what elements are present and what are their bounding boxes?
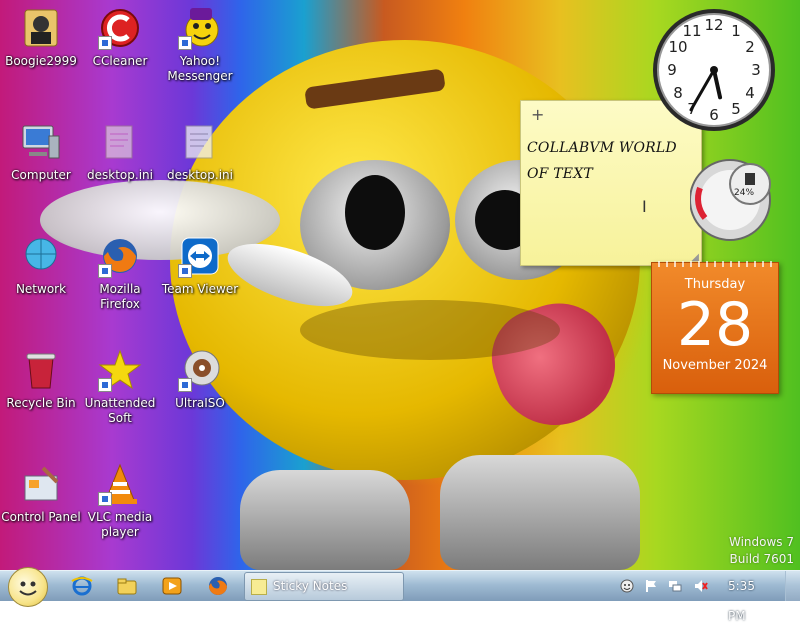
- text-cursor-icon: I: [642, 197, 647, 216]
- calendar-date: 28: [676, 290, 754, 360]
- wallpaper-shoe-left: [240, 470, 410, 570]
- icon-label: CCleaner: [92, 54, 148, 68]
- start-button[interactable]: [8, 567, 48, 607]
- watermark-line-1: Windows 7: [728, 535, 794, 549]
- smiley-tray-icon[interactable]: [620, 579, 634, 593]
- desktop-icon-ultraiso[interactable]: UltraISO: [159, 348, 241, 411]
- wallpaper-mouth: [300, 300, 560, 360]
- computer-icon: [19, 120, 63, 164]
- svg-text:12: 12: [704, 16, 723, 34]
- taskbar: Sticky Notes 5:35 PM: [0, 567, 800, 623]
- windows-build-watermark: Windows 7 Build 7601: [729, 534, 794, 568]
- svg-text:11: 11: [682, 22, 701, 40]
- media-player-icon[interactable]: [160, 575, 184, 597]
- ccleaner-icon: [98, 6, 142, 50]
- desktop-icon-boogie2999[interactable]: Boogie2999: [0, 6, 82, 69]
- svg-text:1: 1: [731, 22, 741, 40]
- shortcut-arrow-icon: [178, 378, 192, 392]
- network-icon: [19, 234, 63, 278]
- calendar-month-year: November 2024: [662, 358, 768, 373]
- desktop-icon-team-viewer[interactable]: Team Viewer: [159, 234, 241, 297]
- firefox-icon[interactable]: [206, 575, 230, 597]
- shortcut-arrow-icon: [98, 264, 112, 278]
- desktop-icon-ccleaner[interactable]: CCleaner: [79, 6, 161, 69]
- calendar-binding: [652, 261, 778, 267]
- desktop-icon-recycle-bin[interactable]: Recycle Bin: [0, 348, 82, 411]
- user-folder-icon: [19, 6, 63, 50]
- shortcut-arrow-icon: [178, 264, 192, 278]
- watermark-line-2: Build 7601: [729, 552, 794, 566]
- action-center-flag-icon[interactable]: [644, 579, 658, 593]
- svg-text:5: 5: [731, 100, 741, 118]
- ini-file-icon: [178, 120, 222, 164]
- system-tray: [612, 571, 732, 601]
- firefox-icon: [98, 234, 142, 278]
- desktop-icon-network[interactable]: Network: [0, 234, 82, 297]
- shortcut-arrow-icon: [98, 378, 112, 392]
- svg-text:8: 8: [673, 84, 683, 102]
- network-tray-icon[interactable]: [668, 579, 682, 593]
- shortcut-arrow-icon: [98, 36, 112, 50]
- svg-text:9: 9: [667, 61, 677, 79]
- icon-label: Yahoo! Messenger: [167, 54, 233, 83]
- svg-text:6: 6: [709, 106, 719, 124]
- taskbar-button-sticky-notes[interactable]: Sticky Notes: [244, 572, 404, 601]
- icon-label: VLC media player: [87, 510, 153, 539]
- ini-file-icon: [98, 120, 142, 164]
- star-icon: [98, 348, 142, 392]
- icon-label: desktop.ini: [87, 168, 153, 182]
- sticky-note-line-2: OF TEXT: [527, 166, 593, 182]
- recycle-bin-icon: [19, 348, 63, 392]
- control-panel-icon: [19, 462, 63, 506]
- icon-label: Boogie2999: [5, 54, 77, 68]
- volume-muted-icon[interactable]: [694, 579, 708, 593]
- desktop-icon-desktop-ini-1[interactable]: desktop.ini: [79, 120, 161, 183]
- sticky-note-line-1: COLLABVM WORLD: [527, 140, 677, 156]
- desktop-icon-control-panel[interactable]: Control Panel: [0, 462, 82, 525]
- svg-text:10: 10: [668, 38, 687, 56]
- svg-text:2: 2: [745, 38, 755, 56]
- meter-value-label: 24%: [734, 188, 755, 198]
- desktop-icon-desktop-ini-2[interactable]: desktop.ini: [159, 120, 241, 183]
- teamviewer-icon: [178, 234, 222, 278]
- svg-text:3: 3: [751, 61, 761, 79]
- desktop-background[interactable]: Boogie2999 CCleaner Yahoo! Messenger Com…: [0, 0, 800, 570]
- icon-label: desktop.ini: [167, 168, 233, 182]
- wallpaper-pupil-left: [345, 175, 405, 250]
- icon-label: Team Viewer: [161, 282, 239, 296]
- vlc-cone-icon: [98, 462, 142, 506]
- desktop-icon-yahoo-messenger[interactable]: Yahoo! Messenger: [159, 6, 241, 84]
- icon-label: Computer: [11, 168, 71, 182]
- svg-text:4: 4: [745, 84, 755, 102]
- icon-label: Unattended Soft: [84, 396, 156, 425]
- icon-label: Network: [15, 282, 67, 296]
- desktop-icon-vlc[interactable]: VLC media player: [79, 462, 161, 540]
- sticky-note-text-area[interactable]: COLLABVM WORLD OF TEXT: [521, 127, 701, 187]
- internet-explorer-icon[interactable]: [70, 575, 94, 597]
- icon-label: Recycle Bin: [6, 396, 76, 410]
- sticky-notes-icon: [251, 579, 267, 595]
- clock-gadget[interactable]: 1212 345 678 91011: [650, 6, 778, 134]
- icon-label: Mozilla Firefox: [99, 282, 141, 311]
- taskbar-clock[interactable]: 5:35 PM: [728, 571, 772, 631]
- desktop-icon-unattended-soft[interactable]: Unattended Soft: [79, 348, 161, 426]
- desktop-icon-mozilla-firefox[interactable]: Mozilla Firefox: [79, 234, 161, 312]
- calendar-gadget[interactable]: Thursday 28 November 2024: [651, 261, 779, 394]
- new-note-button[interactable]: +: [531, 105, 544, 124]
- cpu-meter-gadget[interactable]: 24%: [689, 148, 776, 248]
- yahoo-messenger-icon: [178, 6, 222, 50]
- shortcut-arrow-icon: [178, 36, 192, 50]
- wallpaper-shoe-right: [440, 455, 640, 570]
- icon-label: UltraISO: [175, 396, 225, 410]
- ultraiso-disc-icon: [178, 348, 222, 392]
- shortcut-arrow-icon: [98, 492, 112, 506]
- desktop-icon-computer[interactable]: Computer: [0, 120, 82, 183]
- icon-label: Control Panel: [1, 510, 81, 524]
- taskbar-button-label: Sticky Notes: [273, 579, 348, 593]
- show-desktop-button[interactable]: [785, 571, 800, 601]
- windows-explorer-icon[interactable]: [115, 575, 139, 597]
